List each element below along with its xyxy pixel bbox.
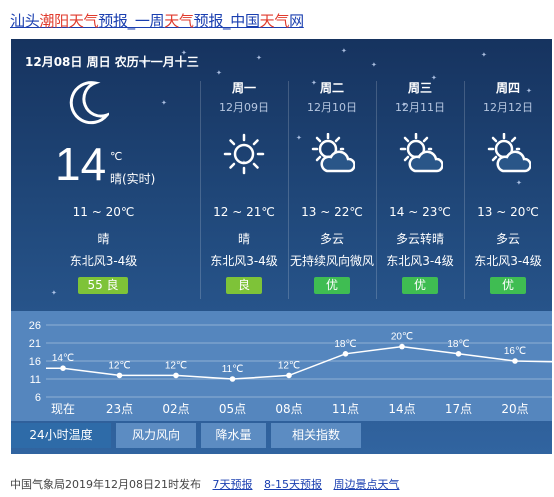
x-tick-label: 14点 [388, 402, 415, 416]
forecast-wind: 无持续风向微风 [289, 254, 374, 268]
x-tick-label: 17点 [445, 402, 472, 416]
today-temp-range: 11 ~ 20℃ [72, 205, 135, 219]
current-weather-desc: 晴(实时) [110, 172, 156, 186]
temperature-point [512, 358, 518, 364]
forecast-weekday: 周一 [231, 81, 256, 95]
x-tick-label: 现在 [51, 402, 75, 416]
forecast-weather: 多云转晴 [395, 232, 444, 246]
title-weather-3: 天气 [259, 12, 290, 30]
forecast-date: 12月10日 [307, 101, 357, 114]
temperature-point [229, 376, 236, 382]
forecast-weather: 多云 [495, 232, 520, 246]
today-weather: 晴 [97, 232, 110, 246]
tab-precipitation[interactable]: 降水量 [201, 423, 266, 448]
partly-cloudy-icon [399, 133, 443, 173]
today-aqi-badge: 55 良 [78, 277, 128, 294]
footer-link-8-15day[interactable]: 8-15天预报 [264, 478, 322, 491]
x-tick-label: 20点 [501, 402, 528, 416]
temperature-point [173, 372, 179, 379]
tab-24h-temperature[interactable]: 24小时温度 [11, 423, 111, 448]
title-forecast-china: 预报_中国 [193, 12, 260, 30]
temperature-point [342, 351, 349, 357]
forecast-wind: 东北风3-4级 [210, 254, 278, 268]
page-title-link[interactable]: 汕头潮阳天气预报_一周天气预报_中国天气网 [10, 10, 304, 31]
forecast-weather: 晴 [237, 232, 250, 246]
today-wind: 东北风3-4级 [69, 254, 138, 268]
temperature-data-label: 12℃ [108, 360, 130, 371]
forecast-date: 12月11日 [395, 101, 445, 114]
tab-related-index[interactable]: 相关指数 [271, 423, 361, 448]
forecast-temp-range: 12 ~ 21℃ [213, 205, 275, 219]
forecast-date: 12月09日 [219, 101, 269, 114]
temperature-point [399, 343, 405, 350]
x-tick-label: 23点 [106, 402, 133, 416]
temperature-point [60, 365, 66, 371]
temperature-point [116, 372, 123, 379]
forecast-temp-range: 14 ~ 23℃ [389, 205, 451, 219]
x-tick-label: 08点 [275, 402, 302, 416]
forecast-day: 周三 12月11日 14 ~ 23℃ 多云转晴 东北风3-4级 优 [376, 79, 464, 309]
temperature-data-label: 11℃ [222, 364, 244, 375]
temperature-point [286, 372, 292, 379]
temperature-point [455, 351, 462, 357]
title-city: 汕头 [10, 12, 40, 30]
temperature-data-label: 18℃ [334, 339, 356, 350]
current-temperature: 14 [55, 138, 107, 190]
forecast-weekday: 周四 [495, 81, 520, 95]
footer-link-7day[interactable]: 7天预报 [213, 478, 253, 491]
temperature-data-label: 20℃ [391, 332, 413, 343]
x-tick-label: 02点 [162, 402, 189, 416]
x-tick-label: 11点 [332, 402, 359, 416]
chart-tabs: 24小时温度 风力风向 降水量 相关指数 [11, 423, 366, 448]
forecast-weather: 多云 [319, 232, 344, 246]
publish-info: 中国气象局2019年12月08日21时发布 [10, 478, 201, 491]
current-date: 12月08日 周日 农历十一月十三 [25, 55, 199, 69]
forecast-weekday: 周二 [319, 81, 344, 95]
forecast-wind: 东北风3-4级 [474, 254, 542, 268]
temperature-data-label: 16℃ [504, 346, 526, 357]
weather-widget: ✦ ✦ ✦ ✦ ✦ ✦ ✦ ✦ ✦ ✦ ✦ ✦ ✦ ✦ ✦ ✦ 12月08日 周日 农历十一月十… [11, 39, 552, 454]
y-tick-label: 21 [29, 338, 41, 350]
forecast-day: 周一 12月09日 12 ~ 21℃ 晴 东北风3-4级 良 [200, 79, 288, 309]
temperature-data-label: 12℃ [278, 360, 300, 371]
y-tick-label: 6 [35, 392, 41, 404]
temperature-data-label: 18℃ [447, 339, 469, 350]
sun-icon [223, 133, 265, 175]
temperature-data-label: 12℃ [165, 360, 187, 371]
partly-cloudy-icon [487, 133, 531, 173]
y-tick-label: 11 [30, 374, 41, 386]
x-tick-label: 05点 [219, 402, 246, 416]
footer-link-nearby-spots[interactable]: 周边景点天气 [333, 478, 399, 491]
temperature-data-label: 14℃ [52, 353, 74, 364]
forecast-day: 周二 12月10日 13 ~ 22℃ 多云 无持续风向微风 优 [288, 79, 376, 309]
title-district: 潮阳 [39, 12, 69, 30]
forecast-wind: 东北风3-4级 [386, 254, 454, 268]
y-tick-label: 26 [29, 320, 41, 332]
forecast-aqi-badge: 优 [490, 277, 526, 294]
moon-icon [69, 81, 109, 125]
tab-wind-direction[interactable]: 风力风向 [116, 423, 196, 448]
forecast-day: 周四 12月12日 13 ~ 20℃ 多云 东北风3-4级 优 [464, 79, 552, 309]
y-tick-label: 16 [29, 356, 41, 368]
title-net: 网 [289, 12, 304, 30]
temperature-chart-svg: 6 11 16 21 26 14℃ 现在 12℃ 23点 12℃ 02点 11℃ 05点 12℃ 08点 18… [29, 320, 552, 416]
title-weather-1: 天气 [68, 12, 99, 30]
forecast-aqi-badge: 优 [314, 277, 350, 294]
forecast-date: 12月12日 [483, 101, 533, 114]
title-weather-2: 天气 [164, 12, 194, 30]
temperature-unit: ℃ [110, 150, 123, 163]
forecast-temp-range: 13 ~ 20℃ [477, 205, 539, 219]
footer: 中国气象局2019年12月08日21时发布 7天预报 8-15天预报 周边景点天… [10, 476, 399, 492]
forecast-temp-range: 13 ~ 22℃ [301, 205, 363, 219]
hourly-temperature-chart: 6 11 16 21 26 14℃ 现在 12℃ 23点 12℃ 02点 11℃ 05点 12℃ 08点 18… [11, 311, 552, 421]
today-panel: 14 ℃ 晴(实时) 11 ~ 20℃ 晴 东北风3-4级 55 良 [11, 79, 196, 309]
partly-cloudy-icon [311, 133, 355, 173]
forecast-weekday: 周三 [407, 81, 432, 95]
forecast-aqi-badge: 良 [226, 277, 262, 294]
title-forecast-week: 预报_一周 [98, 12, 165, 30]
forecast-aqi-badge: 优 [402, 277, 438, 294]
